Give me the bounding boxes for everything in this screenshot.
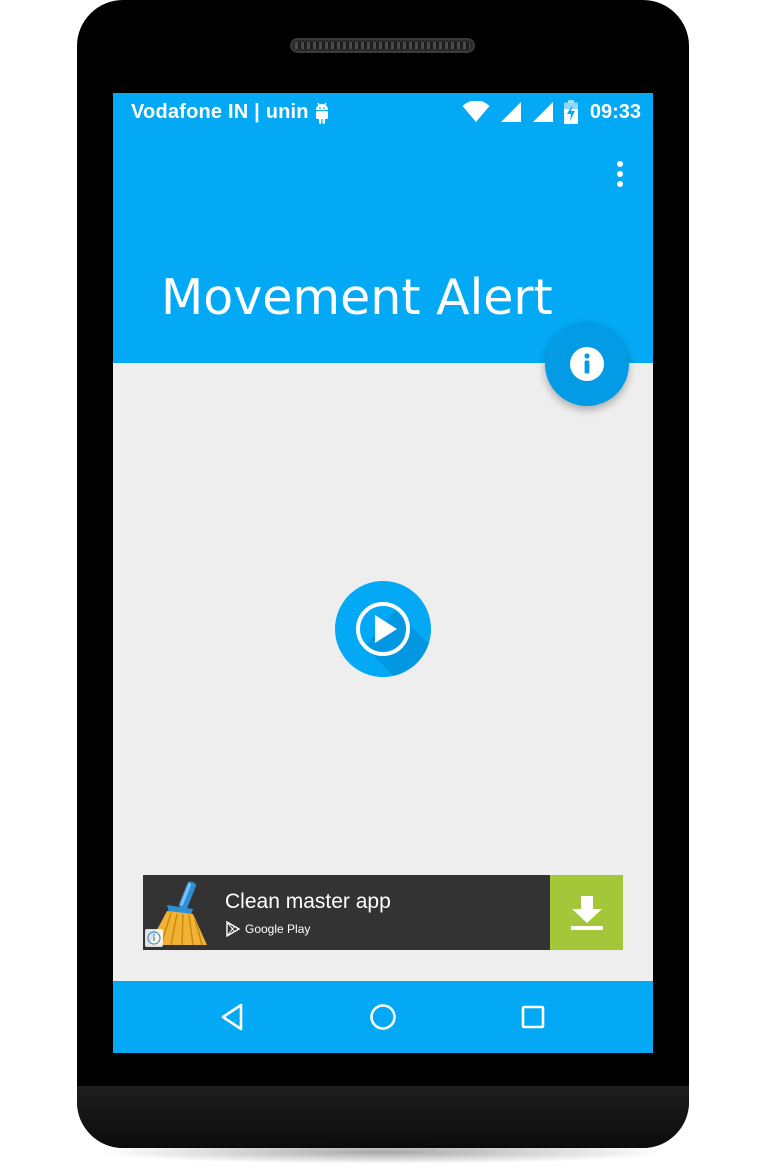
recents-icon <box>521 1005 545 1029</box>
screen: Vodafone IN | unin 09:33 Movement Alert … <box>113 93 653 1053</box>
phone-chin <box>77 1086 689 1148</box>
ad-store-label: Google Play <box>245 922 311 936</box>
clock: 09:33 <box>589 100 641 123</box>
info-button[interactable] <box>545 322 629 406</box>
status-icons: 09:33 <box>462 100 641 124</box>
cell-signal-icon <box>532 102 553 122</box>
phone-shadow <box>95 1140 671 1164</box>
home-button[interactable] <box>363 999 403 1035</box>
ad-banner[interactable]: Clean master app Google Play <box>143 875 623 950</box>
page-title: Movement Alert <box>161 269 553 326</box>
google-play-badge: Google Play <box>225 921 310 937</box>
back-button[interactable] <box>213 999 253 1035</box>
play-icon <box>356 602 431 677</box>
download-button[interactable] <box>550 875 623 950</box>
info-icon <box>570 347 604 381</box>
cell-signal-icon <box>500 102 521 122</box>
back-icon <box>221 1003 243 1031</box>
overflow-menu-icon[interactable] <box>605 159 635 189</box>
google-play-icon <box>226 921 241 937</box>
start-button[interactable] <box>335 581 431 677</box>
recents-button[interactable] <box>513 999 553 1035</box>
battery-charging-icon <box>563 100 578 124</box>
home-icon <box>370 1004 396 1030</box>
android-icon <box>313 101 331 129</box>
navigation-bar <box>113 981 653 1053</box>
download-icon <box>570 895 603 930</box>
wifi-icon <box>462 101 490 122</box>
ad-title: Clean master app <box>225 890 391 913</box>
phone-speaker <box>290 38 475 53</box>
carrier-label: Vodafone IN | unin <box>131 101 309 123</box>
status-bar: Vodafone IN | unin 09:33 <box>113 93 653 131</box>
ad-info-icon[interactable] <box>145 929 163 947</box>
app-bar: Vodafone IN | unin 09:33 Movement Alert <box>113 93 653 363</box>
